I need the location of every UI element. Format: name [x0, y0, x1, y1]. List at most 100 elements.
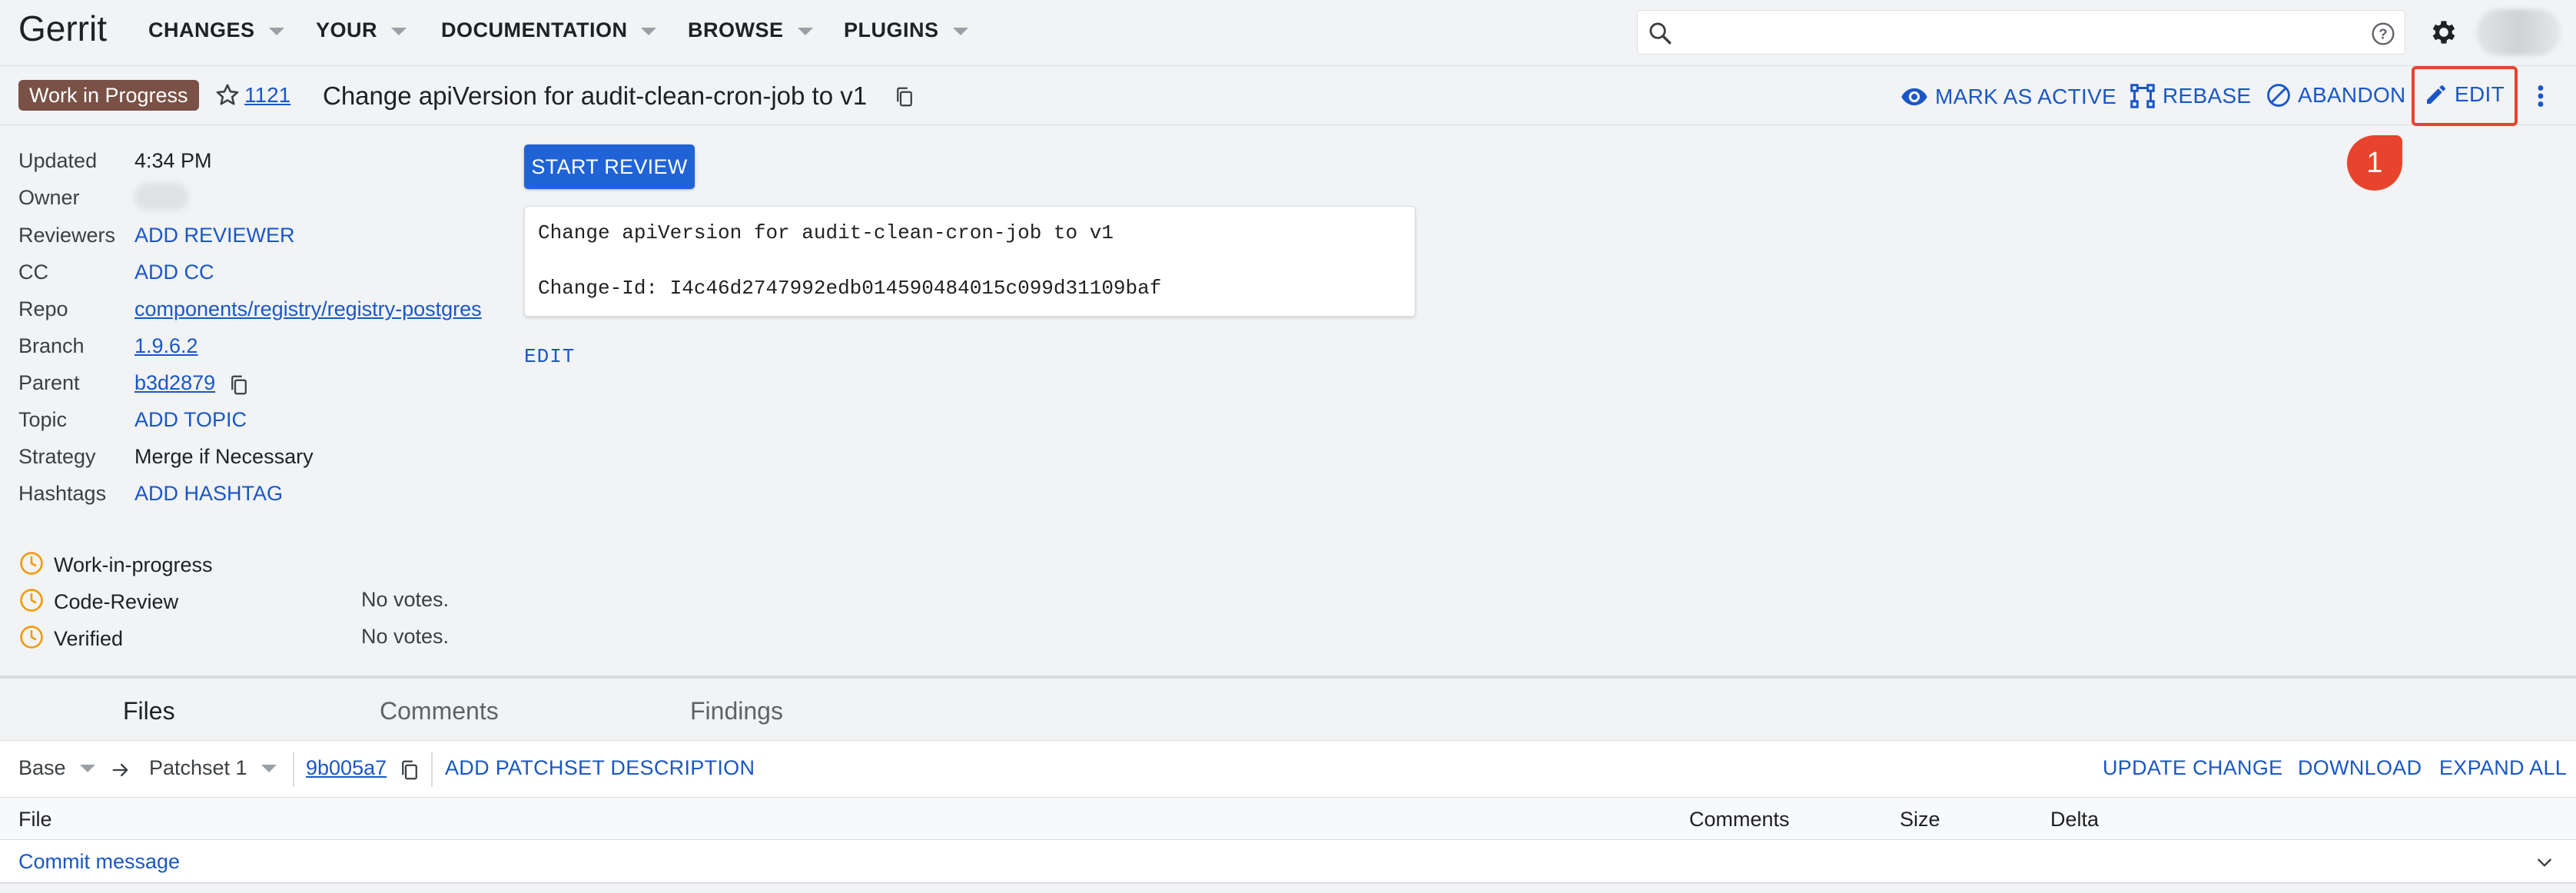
meta-value-updated: 4:34 PM: [134, 149, 212, 172]
meta-label-branch: Branch: [18, 334, 85, 357]
clock-icon: [18, 624, 45, 654]
arrow-right-icon: [109, 759, 132, 785]
nav-menu-label: BROWSE: [688, 18, 784, 41]
file-link[interactable]: Commit message: [18, 850, 180, 874]
separator: [293, 752, 294, 787]
chevron-down-icon: [261, 764, 277, 772]
label-name: Verified: [54, 627, 124, 650]
column-header-delta: Delta: [2050, 808, 2100, 831]
rebase-button[interactable]: REBASE: [2129, 82, 2251, 110]
commit-message-box: Change apiVersion for audit-clean-cron-j…: [524, 206, 1416, 317]
label-votes: No votes.: [361, 625, 450, 648]
meta-value-strategy: Merge if Necessary: [134, 445, 314, 468]
nav-menu-label: PLUGINS: [844, 18, 939, 41]
add-reviewer-button[interactable]: ADD REVIEWER: [134, 224, 295, 247]
start-review-button[interactable]: START REVIEW: [524, 144, 695, 189]
abandon-label: ABANDON: [2298, 83, 2406, 107]
add-patchset-description-button[interactable]: ADD PATCHSET DESCRIPTION: [445, 756, 755, 780]
meta-label-updated: Updated: [18, 149, 98, 172]
chevron-down-icon: [79, 764, 95, 772]
expand-all-button[interactable]: EXPAND ALL: [2439, 756, 2567, 780]
meta-label-strategy: Strategy: [18, 445, 96, 468]
label-votes: No votes.: [361, 588, 450, 611]
update-change-button[interactable]: UPDATE CHANGE: [2103, 756, 2282, 780]
label-name: Code-Review: [54, 590, 179, 613]
gerrit-logo[interactable]: Gerrit: [18, 8, 107, 49]
column-header-file: File: [18, 808, 52, 831]
search-input[interactable]: [1684, 17, 2345, 48]
abandon-icon: [2267, 84, 2290, 107]
nav-menu-label: CHANGES: [148, 18, 255, 41]
copy-icon[interactable]: [893, 84, 916, 114]
commit-sha-link[interactable]: 9b005a7: [306, 756, 387, 780]
step-callout-badge: 1: [2347, 135, 2402, 191]
branch-link[interactable]: 1.9.6.2: [134, 334, 198, 358]
tab-comments[interactable]: Comments: [380, 697, 499, 725]
parent-link[interactable]: b3d2879: [134, 371, 215, 395]
clock-icon: [18, 550, 45, 580]
separator: [431, 752, 433, 787]
meta-label-repo: Repo: [18, 297, 68, 320]
chevron-down-icon: [391, 27, 407, 35]
mark-as-active-button[interactable]: MARK AS ACTIVE: [1900, 82, 2116, 111]
star-icon[interactable]: [214, 81, 241, 113]
patchset-select-label: Patchset 1: [149, 756, 247, 779]
abandon-button[interactable]: ABANDON: [2266, 82, 2406, 108]
add-hashtag-button[interactable]: ADD HASHTAG: [134, 482, 283, 506]
change-title: Change apiVersion for audit-clean-cron-j…: [323, 81, 868, 110]
chevron-down-icon[interactable]: [2533, 852, 2556, 876]
column-header-size: Size: [1900, 808, 1940, 831]
search-icon: [1647, 20, 1673, 50]
nav-menu-plugins[interactable]: PLUGINS: [844, 18, 968, 42]
chevron-down-icon: [268, 27, 284, 35]
change-header: Work in Progress 1121 Change apiVersion …: [0, 67, 2576, 125]
nav-menu-label: DOCUMENTATION: [441, 18, 628, 41]
mark-as-active-label: MARK AS ACTIVE: [1935, 85, 2117, 108]
edit-highlight-box: [2412, 66, 2518, 126]
add-topic-button[interactable]: ADD TOPIC: [134, 408, 247, 432]
meta-label-topic: Topic: [18, 408, 68, 431]
table-row[interactable]: Commit message: [0, 840, 2576, 884]
account-avatar[interactable]: [2476, 9, 2561, 55]
chevron-down-icon: [797, 27, 813, 35]
edit-commit-message-button[interactable]: EDIT: [524, 345, 575, 368]
gear-icon[interactable]: [2428, 17, 2459, 51]
base-select[interactable]: Base: [18, 756, 95, 780]
meta-label-cc: CC: [18, 261, 48, 284]
download-button[interactable]: DOWNLOAD: [2298, 756, 2422, 780]
label-row-code-review: Code-Review: [18, 587, 178, 617]
base-select-label: Base: [18, 756, 66, 779]
top-nav-bar: Gerrit CHANGES YOUR DOCUMENTATION BROWSE…: [0, 0, 2576, 66]
nav-menu-your[interactable]: YOUR: [316, 18, 407, 42]
nav-menu-changes[interactable]: CHANGES: [148, 18, 284, 42]
tab-files[interactable]: Files: [123, 697, 175, 725]
repo-link[interactable]: components/registry/registry-postgres: [134, 297, 482, 321]
clock-icon: [18, 587, 45, 617]
change-number-link[interactable]: 1121: [244, 83, 290, 108]
owner-avatar[interactable]: [134, 183, 188, 211]
search-box[interactable]: ?: [1637, 10, 2405, 55]
status-badge: Work in Progress: [18, 80, 199, 111]
meta-label-reviewers: Reviewers: [18, 224, 116, 247]
file-table-header: File Comments Size Delta: [0, 798, 2576, 840]
patchset-select[interactable]: Patchset 1: [149, 756, 277, 780]
rebase-label: REBASE: [2163, 84, 2252, 108]
column-header-comments: Comments: [1689, 808, 1790, 831]
chevron-down-icon: [641, 27, 657, 35]
add-cc-button[interactable]: ADD CC: [134, 261, 214, 284]
label-name: Work-in-progress: [54, 553, 213, 576]
more-vert-icon[interactable]: [2535, 82, 2547, 114]
patchset-row: Base Patchset 1 9b005a7 ADD PATCHSET DES…: [0, 740, 2576, 798]
meta-label-owner: Owner: [18, 186, 80, 209]
nav-menu-browse[interactable]: BROWSE: [688, 18, 813, 42]
copy-icon[interactable]: [398, 757, 421, 787]
copy-icon[interactable]: [227, 372, 251, 402]
commit-message-subject: Change apiVersion for audit-clean-cron-j…: [538, 221, 1114, 244]
label-row-verified: Verified: [18, 624, 123, 654]
svg-text:?: ?: [2378, 26, 2387, 42]
tab-findings[interactable]: Findings: [690, 697, 783, 725]
help-icon[interactable]: ?: [2371, 22, 2395, 50]
nav-menu-documentation[interactable]: DOCUMENTATION: [441, 18, 657, 42]
chevron-down-icon: [952, 27, 968, 35]
tab-bar: Files Comments Findings: [0, 679, 2576, 740]
